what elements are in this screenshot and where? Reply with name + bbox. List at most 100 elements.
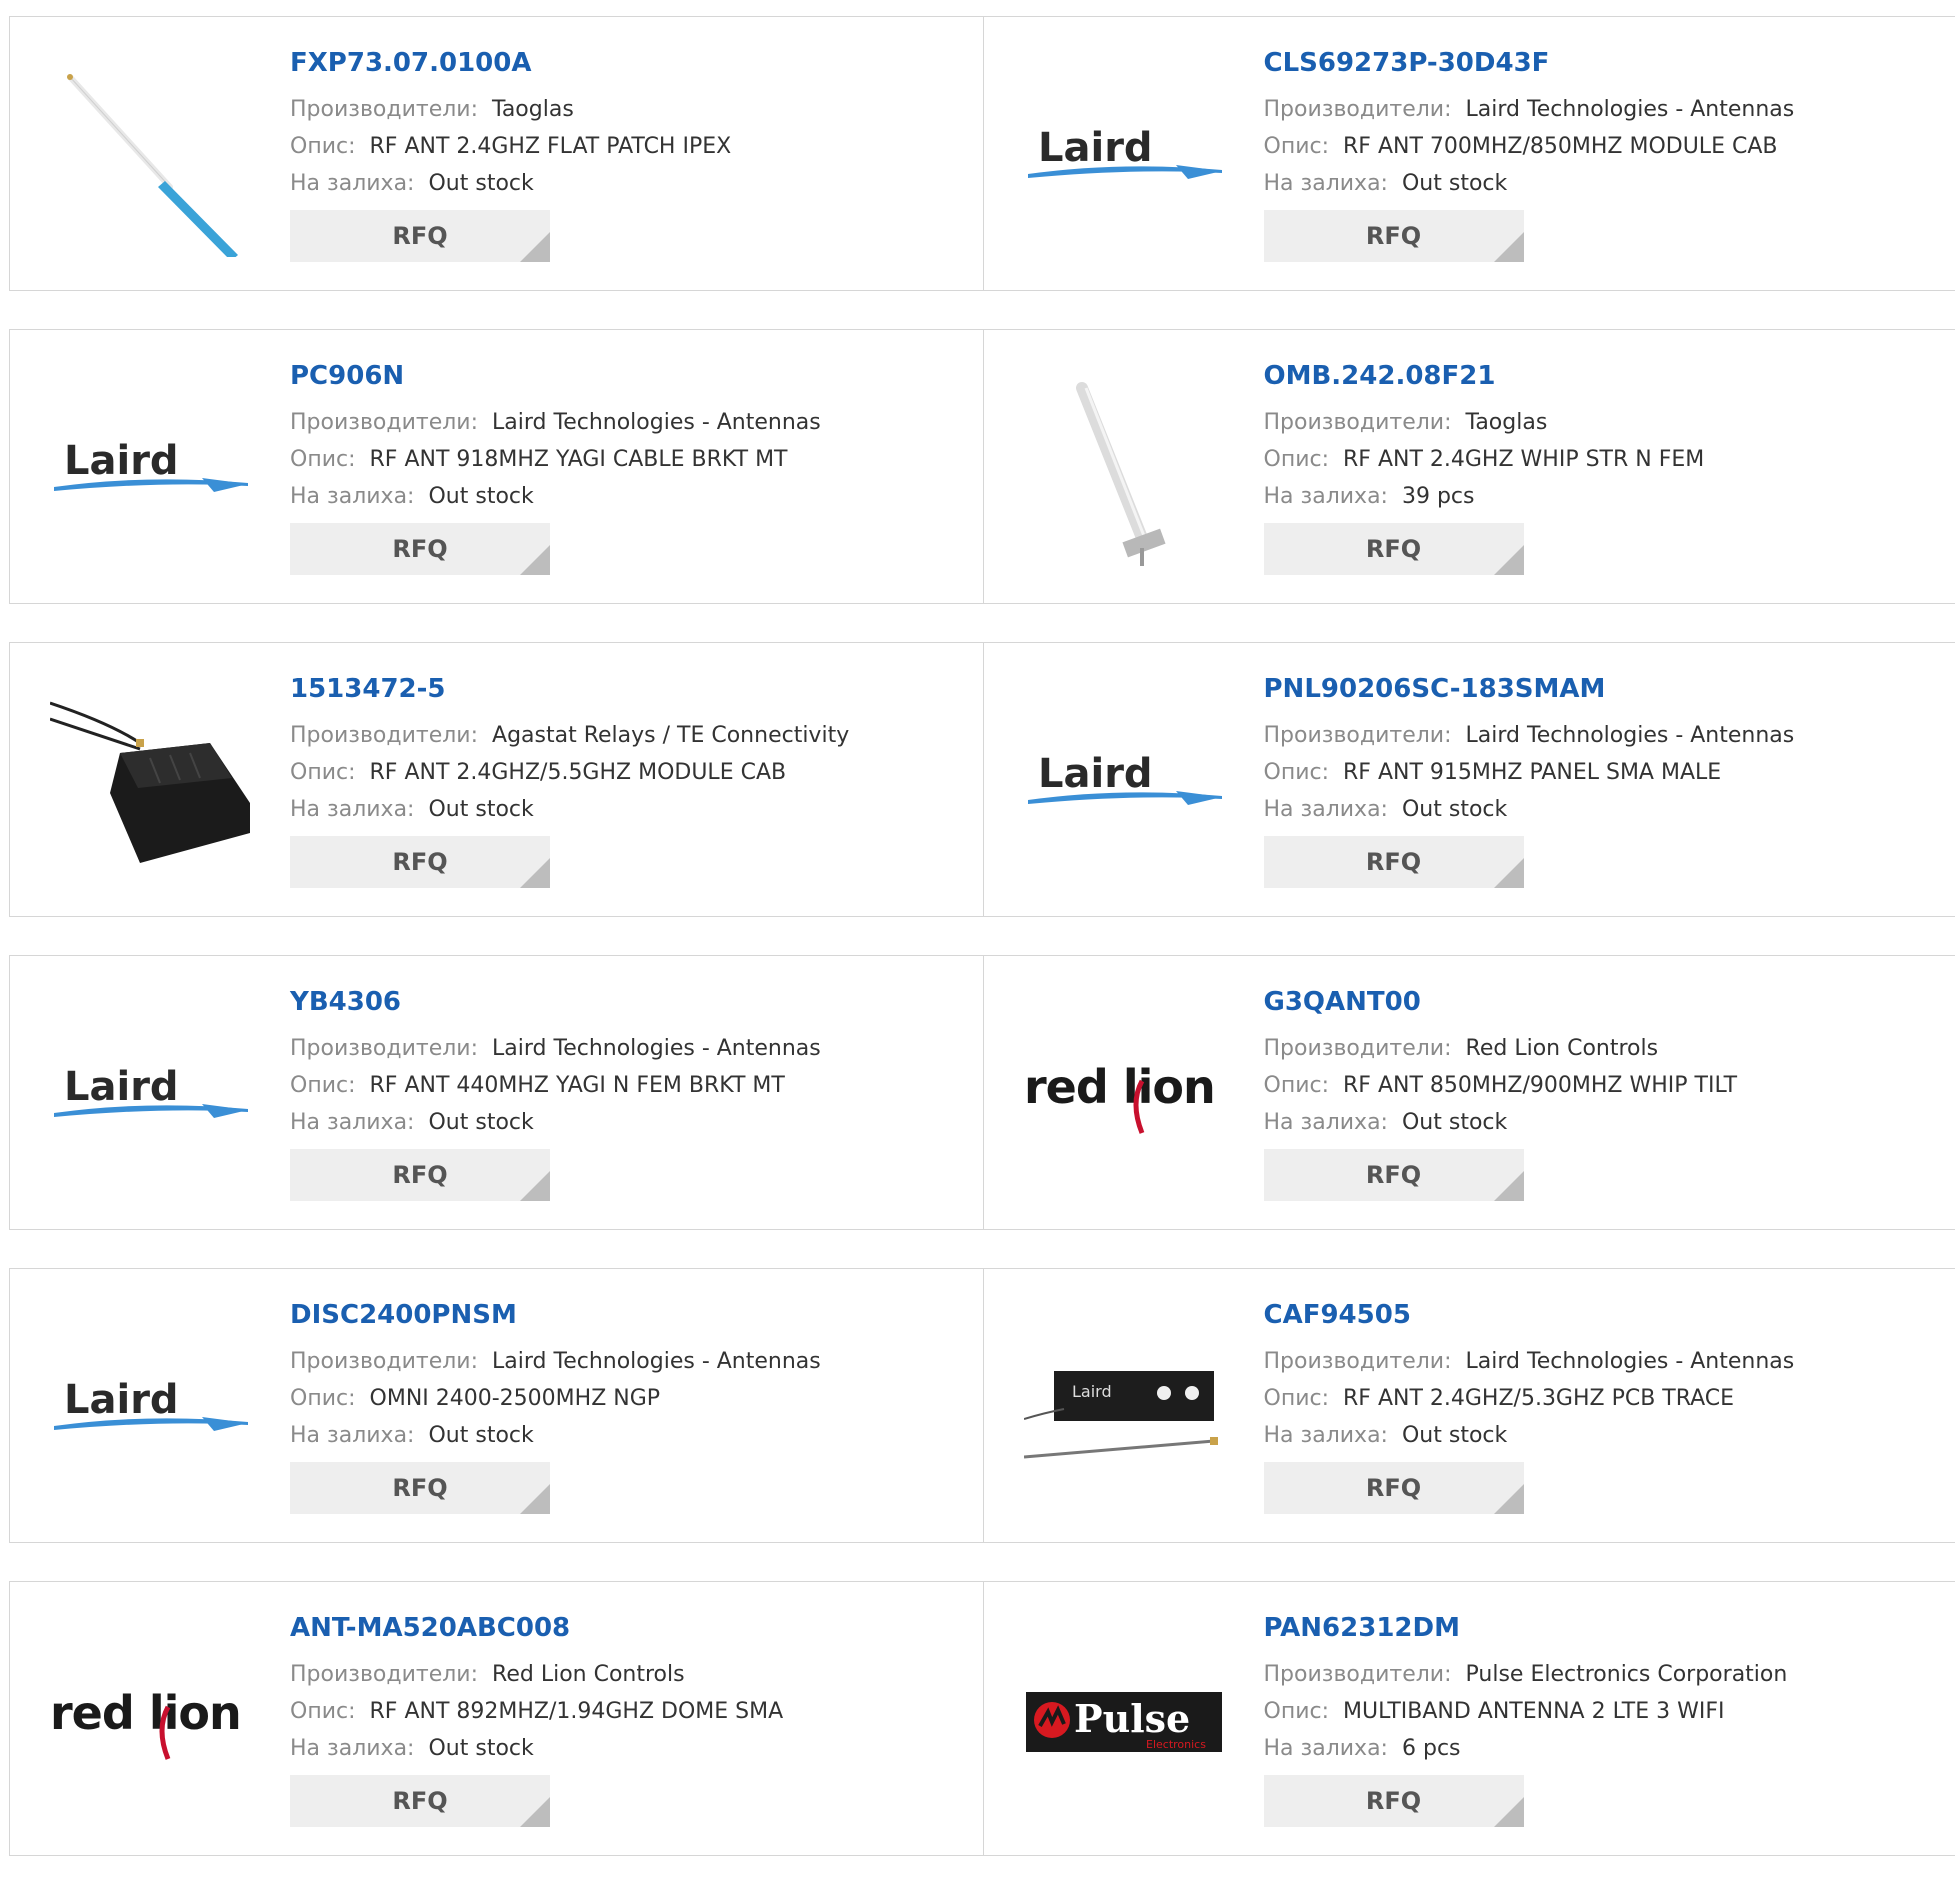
rfq-button[interactable]: RFQ	[290, 836, 550, 888]
product-card: Laird CLS69273P-30D43F Производители: La…	[983, 17, 1955, 290]
pulse-logo-text: Pulse	[1074, 1696, 1190, 1741]
manufacturer-line: Производители: Laird Technologies - Ante…	[290, 1030, 973, 1067]
product-info: PAN62312DM Производители: Pulse Electron…	[1264, 1612, 1946, 1827]
rfq-button[interactable]: RFQ	[1264, 836, 1524, 888]
rfq-button[interactable]: RFQ	[1264, 523, 1524, 575]
stock-line: На залиха: 6 pcs	[1264, 1730, 1946, 1767]
rfq-corner-icon	[520, 858, 550, 888]
manufacturer-label: Производители:	[290, 97, 478, 122]
laird-logo-text: Laird	[1038, 127, 1153, 171]
product-row: FXP73.07.0100A Производители: Taoglas Оп…	[9, 16, 1955, 291]
manufacturer-label: Производители:	[1264, 97, 1452, 122]
part-number-link[interactable]: YB4306	[290, 986, 973, 1018]
rfq-button[interactable]: RFQ	[290, 1149, 550, 1201]
manufacturer-value: Agastat Relays / TE Connectivity	[492, 723, 849, 748]
description-label: Опис:	[1264, 1699, 1330, 1724]
stock-value: Out stock	[1402, 1423, 1507, 1448]
stock-value: Out stock	[428, 1423, 533, 1448]
stock-value: Out stock	[428, 797, 533, 822]
manufacturer-line: Производители: Taoglas	[1264, 404, 1946, 441]
rfq-button[interactable]: RFQ	[1264, 1775, 1524, 1827]
part-number-link[interactable]: PAN62312DM	[1264, 1612, 1946, 1644]
rfq-corner-icon	[1494, 1484, 1524, 1514]
manufacturer-line: Производители: Laird Technologies - Ante…	[1264, 1343, 1946, 1380]
pcb-logo-text: Laird	[1072, 1382, 1112, 1401]
rfq-button[interactable]: RFQ	[1264, 1462, 1524, 1514]
product-image[interactable]: red lion	[50, 1622, 250, 1822]
rfq-button[interactable]: RFQ	[1264, 210, 1524, 262]
rfq-corner-icon	[520, 1171, 550, 1201]
product-image[interactable]: Laird	[50, 1309, 250, 1509]
product-image[interactable]: Laird	[50, 370, 250, 570]
product-info: FXP73.07.0100A Производители: Taoglas Оп…	[290, 47, 973, 262]
stock-label: На залиха:	[290, 797, 414, 822]
description-label: Опис:	[1264, 1073, 1330, 1098]
stock-line: На залиха: Out stock	[290, 165, 973, 202]
manufacturer-value: Laird Technologies - Antennas	[1466, 97, 1795, 122]
rfq-button-label: RFQ	[392, 1474, 447, 1502]
rfq-button-label: RFQ	[392, 222, 447, 250]
description-line: Опис: MULTIBAND ANTENNA 2 LTE 3 WIFI	[1264, 1693, 1946, 1730]
product-image[interactable]	[1024, 370, 1224, 570]
part-number-link[interactable]: FXP73.07.0100A	[290, 47, 973, 79]
stock-value: 39 pcs	[1402, 484, 1475, 509]
rfq-button[interactable]: RFQ	[290, 523, 550, 575]
manufacturer-label: Производители:	[1264, 1662, 1452, 1687]
product-info: DISC2400PNSM Производители: Laird Techno…	[290, 1299, 973, 1514]
stock-value: Out stock	[1402, 171, 1507, 196]
product-image[interactable]	[50, 57, 250, 257]
rfq-button[interactable]: RFQ	[1264, 1149, 1524, 1201]
product-image[interactable]: Laird	[1024, 57, 1224, 257]
part-number-link[interactable]: OMB.242.08F21	[1264, 360, 1946, 392]
rfq-button[interactable]: RFQ	[290, 1775, 550, 1827]
description-value: RF ANT 850MHZ/900MHZ WHIP TILT	[1343, 1073, 1737, 1098]
manufacturer-label: Производители:	[1264, 1036, 1452, 1061]
manufacturer-value: Taoglas	[492, 97, 574, 122]
manufacturer-value: Taoglas	[1466, 410, 1548, 435]
rfq-button-label: RFQ	[1366, 535, 1421, 563]
description-label: Опис:	[1264, 760, 1330, 785]
rfq-button[interactable]: RFQ	[290, 210, 550, 262]
manufacturer-line: Производители: Agastat Relays / TE Conne…	[290, 717, 973, 754]
product-card: 1513472-5 Производители: Agastat Relays …	[10, 643, 983, 916]
part-number-link[interactable]: CAF94505	[1264, 1299, 1946, 1331]
description-value: OMNI 2400-2500MHZ NGP	[370, 1386, 661, 1411]
stock-line: На залиха: Out stock	[1264, 791, 1946, 828]
product-image[interactable]: Laird	[1024, 683, 1224, 883]
part-number-link[interactable]: G3QANT00	[1264, 986, 1946, 1018]
part-number-link[interactable]: CLS69273P-30D43F	[1264, 47, 1946, 79]
product-image[interactable]: Laird	[1024, 1309, 1224, 1509]
product-image[interactable]	[50, 683, 250, 883]
description-label: Опис:	[290, 760, 356, 785]
stock-label: На залиха:	[1264, 1110, 1388, 1135]
manufacturer-label: Производители:	[290, 1662, 478, 1687]
product-image[interactable]: Pulse Electronics	[1024, 1622, 1224, 1822]
rfq-button[interactable]: RFQ	[290, 1462, 550, 1514]
part-number-link[interactable]: ANT-MA520ABC008	[290, 1612, 973, 1644]
manufacturer-label: Производители:	[1264, 1349, 1452, 1374]
part-number-link[interactable]: PNL90206SC-183SMAM	[1264, 673, 1946, 705]
stock-line: На залиха: 39 pcs	[1264, 478, 1946, 515]
part-number-link[interactable]: DISC2400PNSM	[290, 1299, 973, 1331]
pulse-logo-subtext: Electronics	[1146, 1738, 1206, 1751]
product-image[interactable]: red lion	[1024, 996, 1224, 1196]
product-row: red lion ANT-MA520ABC008 Производители: …	[9, 1581, 1955, 1856]
stock-line: На залиха: Out stock	[290, 1417, 973, 1454]
product-image[interactable]: Laird	[50, 996, 250, 1196]
manufacturer-line: Производители: Laird Technologies - Ante…	[1264, 91, 1946, 128]
stock-label: На залиха:	[290, 171, 414, 196]
part-number-link[interactable]: PC906N	[290, 360, 973, 392]
manufacturer-label: Производители:	[290, 1349, 478, 1374]
stock-line: На залиха: Out stock	[290, 791, 973, 828]
description-line: Опис: RF ANT 850MHZ/900MHZ WHIP TILT	[1264, 1067, 1946, 1104]
manufacturer-value: Laird Technologies - Antennas	[492, 1349, 821, 1374]
product-info: 1513472-5 Производители: Agastat Relays …	[290, 673, 973, 888]
stock-value: Out stock	[428, 484, 533, 509]
description-label: Опис:	[290, 1073, 356, 1098]
description-value: RF ANT 700MHZ/850MHZ MODULE CAB	[1343, 134, 1777, 159]
manufacturer-label: Производители:	[290, 410, 478, 435]
manufacturer-label: Производители:	[290, 1036, 478, 1061]
manufacturer-value: Red Lion Controls	[492, 1662, 685, 1687]
part-number-link[interactable]: 1513472-5	[290, 673, 973, 705]
stock-value: Out stock	[1402, 797, 1507, 822]
